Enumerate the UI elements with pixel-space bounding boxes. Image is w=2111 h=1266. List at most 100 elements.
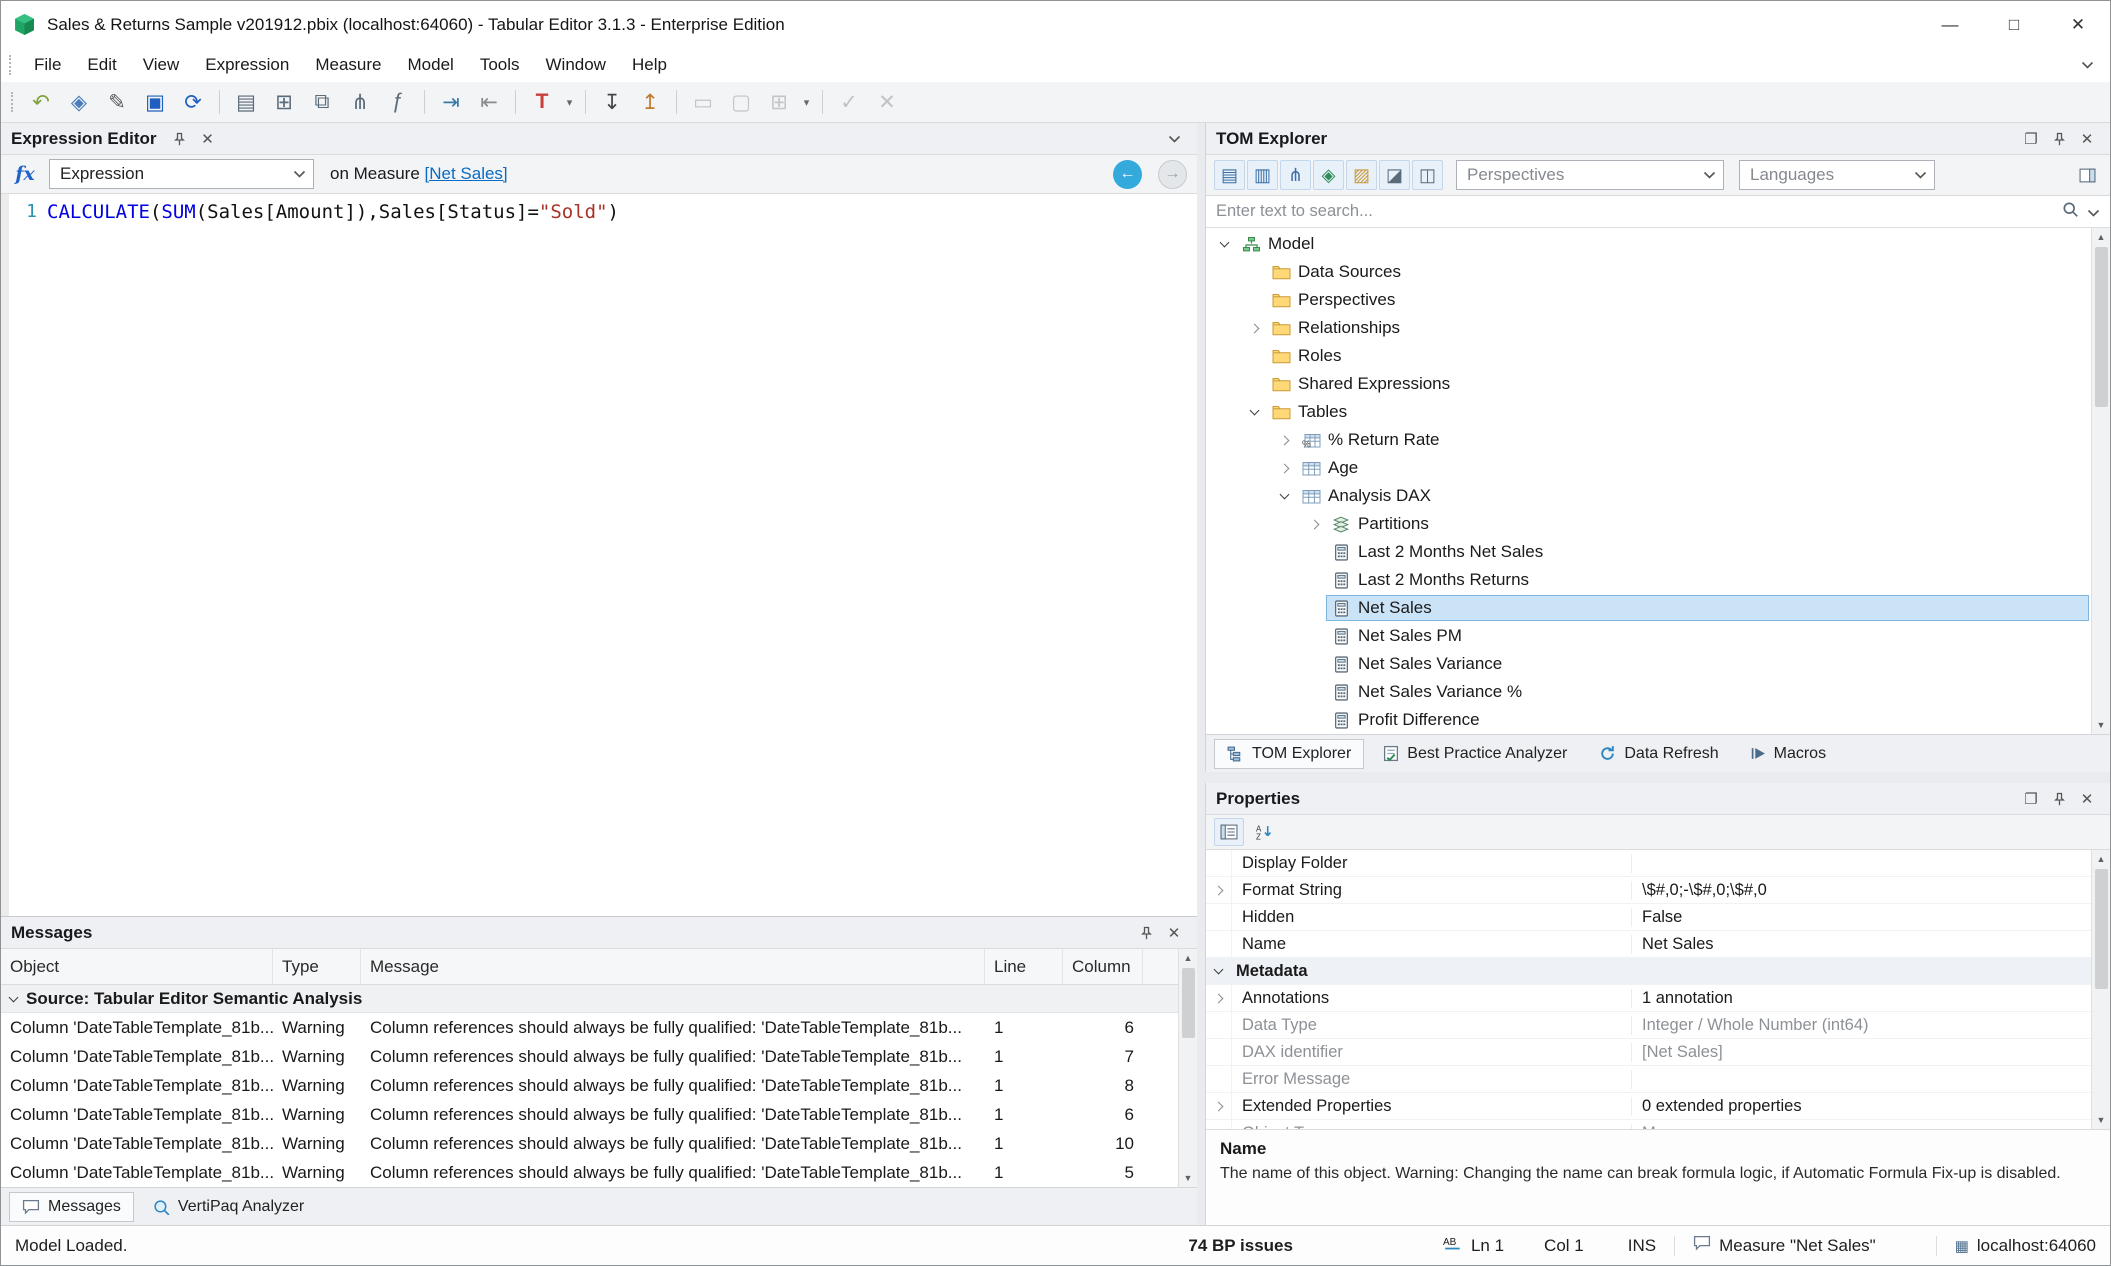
- property-row-error-message[interactable]: Error Message: [1206, 1066, 2091, 1093]
- scroll-thumb[interactable]: [2095, 869, 2108, 989]
- property-row-object-type[interactable]: Object TypeMeasure: [1206, 1120, 2091, 1129]
- column-header-object[interactable]: Object: [1, 949, 273, 984]
- export-icon[interactable]: ↥: [632, 86, 668, 118]
- perspectives-dropdown[interactable]: Perspectives: [1456, 160, 1724, 190]
- tree-item-model[interactable]: Model: [1206, 230, 2091, 258]
- tab-messages[interactable]: Messages: [9, 1192, 134, 1222]
- collapse-icon[interactable]: [1242, 410, 1266, 414]
- messages-group-row[interactable]: Source: Tabular Editor Semantic Analysis: [1, 985, 1178, 1013]
- tab-tom-explorer[interactable]: TOM Explorer: [1214, 739, 1364, 769]
- search-icon[interactable]: [2062, 201, 2079, 223]
- collapse-icon[interactable]: [1212, 242, 1236, 246]
- menu-tools[interactable]: Tools: [467, 48, 533, 82]
- tree-item-analysis-dax[interactable]: Analysis DAX: [1206, 482, 2091, 510]
- bp-issues-badge[interactable]: 74 BP issues: [1188, 1236, 1293, 1256]
- property-row-data-type[interactable]: Data TypeInteger / Whole Number (int64): [1206, 1012, 2091, 1039]
- tree-item-shared-expressions[interactable]: Shared Expressions: [1206, 370, 2091, 398]
- tree-item-partitions[interactable]: Partitions: [1206, 510, 2091, 538]
- tab-best-practice-analyzer[interactable]: Best Practice Analyzer: [1370, 739, 1580, 769]
- outdent-icon[interactable]: ⇤: [471, 86, 507, 118]
- property-value[interactable]: [Net Sales]: [1632, 1043, 2091, 1062]
- filter-hierarchies-icon[interactable]: ⋔: [1280, 160, 1311, 190]
- tree-item-roles[interactable]: Roles: [1206, 342, 2091, 370]
- column-header-column[interactable]: Column: [1063, 949, 1143, 984]
- property-value[interactable]: Integer / Whole Number (int64): [1632, 1016, 2091, 1035]
- property-value[interactable]: 1 annotation: [1632, 989, 2091, 1008]
- expand-icon[interactable]: [1206, 985, 1232, 1011]
- tom-search-bar[interactable]: Enter text to search...: [1206, 196, 2110, 228]
- message-row[interactable]: Column 'DateTableTemplate_81b...WarningC…: [1, 1042, 1178, 1071]
- property-row-metadata[interactable]: Metadata: [1206, 958, 2091, 985]
- property-row-name[interactable]: NameNet Sales: [1206, 931, 2091, 958]
- scroll-thumb[interactable]: [1182, 968, 1195, 1038]
- tree-item-net-sales-variance[interactable]: Net Sales Variance %: [1206, 678, 2091, 706]
- scroll-down-icon[interactable]: ▼: [1179, 1169, 1197, 1187]
- property-row-dax-identifier[interactable]: DAX identifier[Net Sales]: [1206, 1039, 2091, 1066]
- dax-code-editor[interactable]: 1 CALCULATE(SUM(Sales[Amount]),Sales[Sta…: [1, 194, 1197, 916]
- close-icon[interactable]: ✕: [1161, 921, 1187, 945]
- diagram-icon[interactable]: ⊞: [761, 86, 797, 118]
- expand-icon[interactable]: [1272, 465, 1296, 472]
- scroll-down-icon[interactable]: ▼: [2092, 716, 2110, 734]
- tree-item-perspectives[interactable]: Perspectives: [1206, 286, 2091, 314]
- tree-item-net-sales-pm[interactable]: Net Sales PM: [1206, 622, 2091, 650]
- expand-icon[interactable]: [1206, 1093, 1232, 1119]
- property-value[interactable]: False: [1632, 908, 2091, 927]
- message-row[interactable]: Column 'DateTableTemplate_81b...WarningC…: [1, 1129, 1178, 1158]
- menu-edit[interactable]: Edit: [74, 48, 129, 82]
- expand-icon[interactable]: [1206, 877, 1232, 903]
- column-header-message[interactable]: Message: [361, 949, 985, 984]
- measure-link[interactable]: [Net Sales]: [425, 164, 508, 183]
- properties-scrollbar[interactable]: ▲ ▼: [2091, 850, 2110, 1129]
- message-row[interactable]: Column 'DateTableTemplate_81b...WarningC…: [1, 1071, 1178, 1100]
- tree-scrollbar[interactable]: ▲ ▼: [2091, 228, 2110, 734]
- diagram-dropdown-icon[interactable]: ▾: [799, 96, 814, 109]
- message-row[interactable]: Column 'DateTableTemplate_81b...WarningC…: [1, 1013, 1178, 1042]
- edit-script-icon[interactable]: ✎: [99, 86, 135, 118]
- property-row-format-string[interactable]: Format String\$#,0;-\$#,0;\$#,0: [1206, 877, 2091, 904]
- function-icon[interactable]: ƒ: [380, 86, 416, 118]
- chevron-down-icon[interactable]: [2087, 202, 2100, 222]
- menu-view[interactable]: View: [130, 48, 193, 82]
- view-columns-icon[interactable]: ◫: [1412, 160, 1443, 190]
- horizontal-splitter[interactable]: [1205, 772, 2110, 783]
- menu-expression[interactable]: Expression: [192, 48, 302, 82]
- tree-item-return-rate[interactable]: %% Return Rate: [1206, 426, 2091, 454]
- filter-measures-icon[interactable]: ▤: [1214, 160, 1245, 190]
- property-row-display-folder[interactable]: Display Folder: [1206, 850, 2091, 877]
- search-input[interactable]: Enter text to search...: [1216, 202, 2054, 221]
- pin-icon[interactable]: [1133, 921, 1159, 945]
- menu-window[interactable]: Window: [533, 48, 619, 82]
- import-icon[interactable]: ↧: [594, 86, 630, 118]
- maximize-button[interactable]: □: [1982, 1, 2046, 48]
- filter-hidden-icon[interactable]: ◪: [1379, 160, 1410, 190]
- expand-icon[interactable]: [1272, 437, 1296, 444]
- expand-icon[interactable]: [1302, 521, 1326, 528]
- tree-item-tables[interactable]: Tables: [1206, 398, 2091, 426]
- scroll-down-icon[interactable]: ▼: [2092, 1111, 2110, 1129]
- tree-item-age[interactable]: Age: [1206, 454, 2091, 482]
- sort-alphabetical-icon[interactable]: AZ: [1249, 818, 1279, 846]
- cancel-icon[interactable]: ✕: [869, 86, 905, 118]
- property-value[interactable]: Net Sales: [1632, 935, 2091, 954]
- property-value[interactable]: 0 extended properties: [1632, 1097, 2091, 1116]
- tree-item-net-sales[interactable]: Net Sales: [1206, 594, 2091, 622]
- scroll-up-icon[interactable]: ▲: [2092, 850, 2110, 868]
- script-icon[interactable]: ⧉: [304, 86, 340, 118]
- new-calc-table-icon[interactable]: ⊞: [266, 86, 302, 118]
- property-row-annotations[interactable]: Annotations1 annotation: [1206, 985, 2091, 1012]
- collapse-icon[interactable]: [1206, 958, 1232, 984]
- new-measure-icon[interactable]: ▤: [228, 86, 264, 118]
- collapse-icon[interactable]: [1272, 494, 1296, 498]
- tab-macros[interactable]: Macros: [1738, 739, 1839, 769]
- tab-vertipaq-analyzer[interactable]: VertiPaq Analyzer: [140, 1192, 317, 1222]
- menu-file[interactable]: File: [21, 48, 74, 82]
- navigate-back-button[interactable]: ←: [1113, 160, 1142, 189]
- menu-overflow-icon[interactable]: [2081, 61, 2106, 69]
- vertical-splitter[interactable]: [1197, 123, 1205, 1225]
- save-icon[interactable]: ▣: [137, 86, 173, 118]
- close-icon[interactable]: ✕: [2074, 787, 2100, 811]
- pin-icon[interactable]: [2046, 127, 2072, 151]
- tree-item-last-2-months-returns[interactable]: Last 2 Months Returns: [1206, 566, 2091, 594]
- tree-item-net-sales-variance[interactable]: Net Sales Variance: [1206, 650, 2091, 678]
